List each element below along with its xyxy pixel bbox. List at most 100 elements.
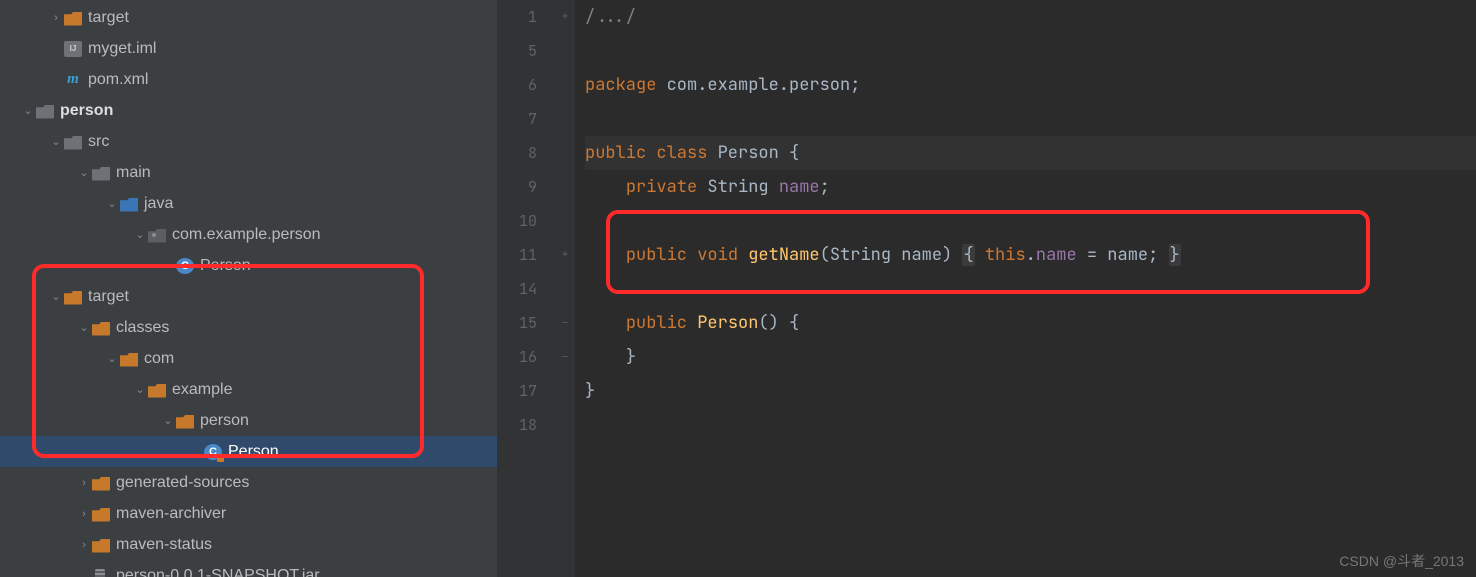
- line-number: 11: [497, 238, 537, 272]
- jar-icon: [92, 568, 110, 577]
- fold-spacer: [555, 374, 575, 408]
- fold-spacer: [555, 136, 575, 170]
- tree-item-src[interactable]: ⌄src: [0, 126, 497, 157]
- code-line[interactable]: public void getName(String name) { this.…: [585, 238, 1476, 272]
- tree-item-myget-iml[interactable]: myget.iml: [0, 33, 497, 64]
- code-line[interactable]: }: [585, 340, 1476, 374]
- tree-item-pom-xml[interactable]: pom.xml: [0, 64, 497, 95]
- fold-spacer: [555, 68, 575, 102]
- expand-arrow-icon[interactable]: ⌄: [104, 197, 120, 210]
- folder-gray-icon: [92, 165, 110, 181]
- pkg-icon: [148, 227, 166, 243]
- pom-icon: [64, 72, 82, 88]
- class-cb-icon: [204, 444, 222, 460]
- tree-item-target[interactable]: ›target: [0, 2, 497, 33]
- fold-toggle-icon[interactable]: +: [555, 0, 575, 34]
- tree-item-person[interactable]: ⌄ person: [0, 95, 497, 126]
- expand-arrow-icon[interactable]: ›: [76, 477, 92, 489]
- line-number: 16: [497, 340, 537, 374]
- line-number: 7: [497, 102, 537, 136]
- expand-arrow-icon[interactable]: ⌄: [76, 321, 92, 334]
- folder-orange-icon: [64, 289, 82, 305]
- fold-spacer: [555, 170, 575, 204]
- code-line[interactable]: public class Person {: [585, 136, 1476, 170]
- expand-arrow-icon[interactable]: ›: [76, 539, 92, 551]
- tree-item-classes[interactable]: ⌄ classes: [0, 312, 497, 343]
- tree-item-label: Person: [200, 257, 251, 275]
- line-number: 5: [497, 34, 537, 68]
- tree-item-label: classes: [116, 319, 169, 337]
- tree-item-label: myget.iml: [88, 40, 156, 58]
- tree-item-label: com.example.person: [172, 226, 321, 244]
- folder-orange-icon: [92, 506, 110, 522]
- line-number: 18: [497, 408, 537, 442]
- expand-arrow-icon[interactable]: ⌄: [104, 352, 120, 365]
- expand-arrow-icon[interactable]: ⌄: [132, 383, 148, 396]
- expand-arrow-icon[interactable]: ⌄: [160, 414, 176, 427]
- tree-item-maven-status[interactable]: ›maven-status: [0, 529, 497, 560]
- watermark: CSDN @斗者_2013: [1339, 551, 1464, 571]
- tree-item-label: person-0.0.1-SNAPSHOT.jar: [116, 567, 320, 577]
- code-line[interactable]: public Person() {: [585, 306, 1476, 340]
- tree-item-com-example-person[interactable]: ⌄ com.example.person: [0, 219, 497, 250]
- expand-arrow-icon[interactable]: ⌄: [20, 104, 36, 117]
- folder-orange-icon: [148, 382, 166, 398]
- expand-arrow-icon[interactable]: ›: [76, 508, 92, 520]
- tree-item-label: example: [172, 381, 232, 399]
- fold-column[interactable]: + + ––: [555, 0, 575, 577]
- tree-item-person[interactable]: Person: [0, 436, 497, 467]
- tree-item-target[interactable]: ⌄ target: [0, 281, 497, 312]
- line-number: 15: [497, 306, 537, 340]
- fold-spacer: [555, 34, 575, 68]
- class-c-icon: [176, 258, 194, 274]
- code-line[interactable]: [585, 408, 1476, 442]
- tree-item-generated-sources[interactable]: ›generated-sources: [0, 467, 497, 498]
- expand-arrow-icon[interactable]: ⌄: [76, 166, 92, 179]
- tree-item-com[interactable]: ⌄ com: [0, 343, 497, 374]
- tree-item-main[interactable]: ⌄ main: [0, 157, 497, 188]
- tree-item-label: pom.xml: [88, 71, 148, 89]
- tree-item-label: person: [60, 102, 113, 120]
- expand-arrow-icon[interactable]: ›: [48, 12, 64, 24]
- code-line[interactable]: [585, 102, 1476, 136]
- code-line[interactable]: }: [585, 374, 1476, 408]
- code-area[interactable]: /.../ package com.example.person; public…: [575, 0, 1476, 577]
- folder-orange-icon: [92, 537, 110, 553]
- fold-spacer: [555, 408, 575, 442]
- code-line[interactable]: package com.example.person;: [585, 68, 1476, 102]
- tree-item-label: main: [116, 164, 151, 182]
- fold-toggle-icon[interactable]: +: [555, 238, 575, 272]
- tree-item-java[interactable]: ⌄ java: [0, 188, 497, 219]
- tree-item-person[interactable]: ⌄ person: [0, 405, 497, 436]
- iml-icon: [64, 41, 82, 57]
- tree-item-label: target: [88, 288, 129, 306]
- project-tree[interactable]: ›targetmyget.imlpom.xml⌄person⌄src⌄main⌄…: [0, 0, 497, 577]
- line-number: 14: [497, 272, 537, 306]
- folder-orange-icon: [92, 475, 110, 491]
- code-line[interactable]: [585, 34, 1476, 68]
- fold-toggle-icon[interactable]: –: [555, 306, 575, 340]
- code-line[interactable]: [585, 204, 1476, 238]
- code-line[interactable]: private String name;: [585, 170, 1476, 204]
- tree-item-maven-archiver[interactable]: ›maven-archiver: [0, 498, 497, 529]
- folder-orange-icon: [92, 320, 110, 336]
- tree-item-label: java: [144, 195, 173, 213]
- tree-item-label: com: [144, 350, 174, 368]
- tree-item-example[interactable]: ⌄ example: [0, 374, 497, 405]
- fold-toggle-icon[interactable]: –: [555, 340, 575, 374]
- tree-item-person[interactable]: Person: [0, 250, 497, 281]
- folder-gray-icon: [36, 103, 54, 119]
- folder-blue-icon: [120, 196, 138, 212]
- folder-gray-icon: [64, 134, 82, 150]
- tree-item-label: person: [200, 412, 249, 430]
- tree-item-person-0-0-1-snapshot-jar[interactable]: person-0.0.1-SNAPSHOT.jar: [0, 560, 497, 577]
- folder-orange-icon: [64, 10, 82, 26]
- code-editor[interactable]: 15678910111415161718 ++–– /.../ package …: [497, 0, 1476, 577]
- expand-arrow-icon[interactable]: ⌄: [48, 135, 64, 148]
- expand-arrow-icon[interactable]: ⌄: [48, 290, 64, 303]
- code-line[interactable]: /.../: [585, 0, 1476, 34]
- folder-orange-icon: [120, 351, 138, 367]
- expand-arrow-icon[interactable]: ⌄: [132, 228, 148, 241]
- line-number: 10: [497, 204, 537, 238]
- code-line[interactable]: [585, 272, 1476, 306]
